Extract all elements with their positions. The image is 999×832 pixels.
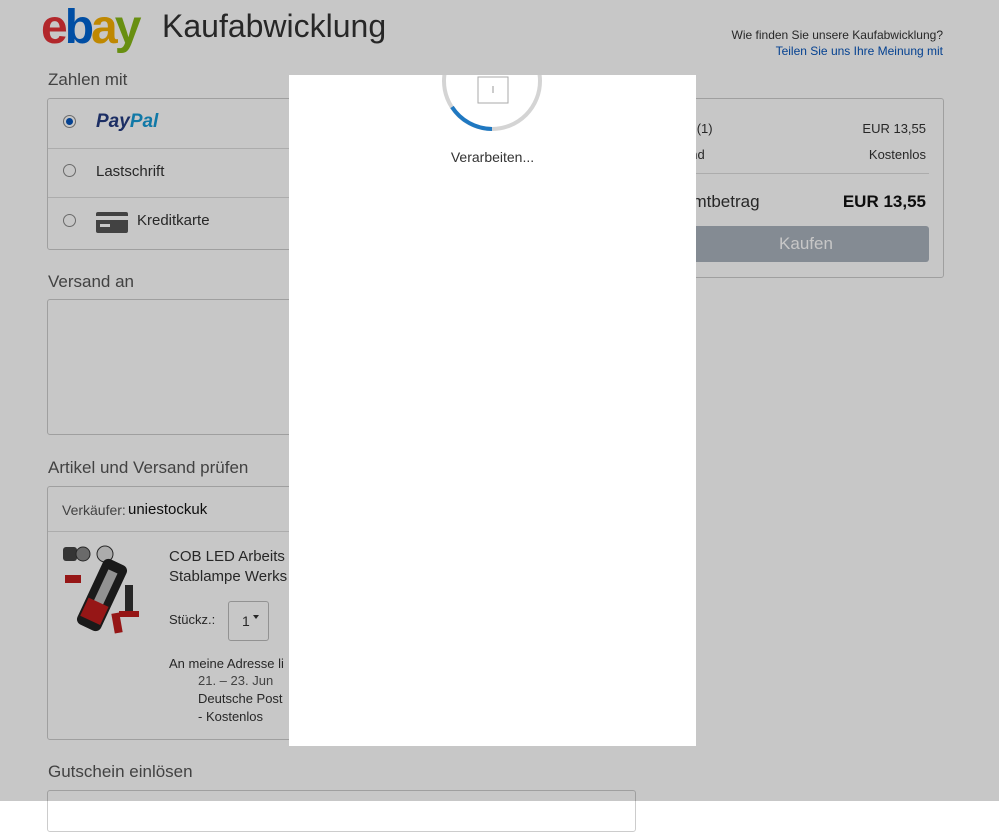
processing-text: Verarbeiten...	[450, 149, 535, 165]
processing-modal: Verarbeiten...	[289, 75, 696, 746]
loading-spinner-icon	[442, 75, 542, 131]
